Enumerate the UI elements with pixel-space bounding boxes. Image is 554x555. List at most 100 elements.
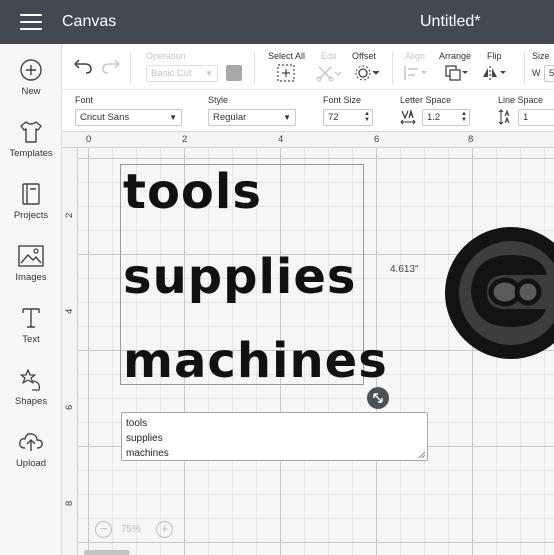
letter-space-value: 1.2 bbox=[427, 112, 441, 123]
line-space-icon bbox=[498, 109, 510, 125]
sidebar-item-text[interactable]: Text bbox=[0, 306, 62, 362]
zoom-in-button[interactable]: + bbox=[156, 521, 173, 538]
zoom-out-button[interactable]: − bbox=[95, 521, 112, 538]
sidebar-item-images[interactable]: Images bbox=[0, 244, 62, 300]
select-all-icon[interactable] bbox=[277, 64, 295, 82]
edit-box-line: machines bbox=[126, 448, 169, 459]
ruler-label: 6 bbox=[374, 134, 380, 145]
ruler-horizontal: 0 2 4 6 8 bbox=[62, 132, 554, 148]
edit-label: Edit bbox=[321, 51, 337, 61]
arrange-icon[interactable] bbox=[444, 64, 470, 82]
sidebar-item-label: Images bbox=[15, 272, 47, 283]
edit-box-line: tools bbox=[126, 418, 148, 429]
operation-value: Basic Cut bbox=[151, 68, 192, 79]
letter-space-label: Letter Space bbox=[400, 95, 452, 105]
image-icon bbox=[18, 245, 44, 267]
edit-toolbar: Operation Basic Cut ▼ Select All Edit Of… bbox=[62, 44, 554, 90]
stepper-arrows-icon[interactable]: ▲ ▼ bbox=[461, 111, 467, 123]
stepper-arrows-icon[interactable]: ▲ ▼ bbox=[364, 111, 370, 123]
font-size-label: Font Size bbox=[323, 95, 362, 105]
sidebar-item-label: Projects bbox=[13, 210, 49, 221]
ruler-label: 8 bbox=[468, 134, 474, 145]
ruler-label: 0 bbox=[86, 134, 92, 145]
select-all-label: Select All bbox=[268, 51, 306, 61]
letter-space-icon bbox=[400, 109, 416, 125]
text-object[interactable]: tools supplies machines bbox=[120, 164, 387, 385]
text-toolbar: Font Cricut Sans ▼ Style Regular ▼ Font … bbox=[62, 90, 554, 132]
redo-icon[interactable] bbox=[101, 57, 121, 75]
ruler-vertical: 2 4 6 8 bbox=[62, 148, 78, 555]
horizontal-scrollbar[interactable] bbox=[84, 550, 130, 555]
operation-select[interactable]: Basic Cut ▼ bbox=[146, 65, 218, 82]
ruler-label: 4 bbox=[278, 134, 284, 145]
sidebar-item-label: Text bbox=[22, 334, 40, 345]
cloud-upload-icon bbox=[19, 433, 43, 451]
book-icon bbox=[22, 183, 40, 205]
sidebar-item-label: Templates bbox=[9, 148, 53, 159]
font-size-value: 72 bbox=[328, 112, 339, 123]
chevron-down-icon: ▼ bbox=[205, 69, 213, 78]
ruler-label: 6 bbox=[64, 404, 75, 410]
text-line: supplies bbox=[123, 249, 357, 305]
line-space-label: Line Space bbox=[498, 95, 544, 105]
sidebar-item-label: Shapes bbox=[14, 396, 48, 407]
sidebar-item-label: Upload bbox=[15, 458, 47, 469]
ruler-label: 8 bbox=[64, 500, 75, 506]
width-field[interactable]: 5 bbox=[544, 65, 554, 82]
arrange-label: Arrange bbox=[439, 51, 472, 61]
font-select[interactable]: Cricut Sans ▼ bbox=[75, 109, 182, 126]
offset-label: Offset bbox=[352, 51, 376, 61]
resize-arrows-icon bbox=[373, 393, 383, 403]
document-title: Untitled* bbox=[420, 13, 481, 30]
flip-icon[interactable] bbox=[482, 64, 508, 82]
plus-circle-icon bbox=[20, 59, 42, 81]
text-edit-box[interactable]: tools supplies machines bbox=[121, 412, 428, 461]
style-select[interactable]: Regular ▼ bbox=[208, 109, 296, 126]
app-title: Canvas bbox=[62, 13, 117, 30]
text-line: tools bbox=[123, 164, 262, 220]
ruler-label: 2 bbox=[182, 134, 188, 145]
align-label: Align bbox=[405, 51, 426, 61]
left-sidebar: New Templates Projects Images Text Shape… bbox=[0, 44, 62, 555]
scissors-icon[interactable] bbox=[316, 64, 342, 82]
style-value: Regular bbox=[213, 112, 247, 123]
sidebar-item-templates[interactable]: Templates bbox=[0, 120, 62, 176]
align-icon[interactable] bbox=[403, 64, 429, 82]
design-canvas[interactable]: tools supplies machines 4.613" tools sup… bbox=[78, 148, 554, 555]
operation-label: Operation bbox=[146, 51, 186, 61]
font-value: Cricut Sans bbox=[80, 112, 130, 123]
ruler-label: 4 bbox=[64, 308, 75, 314]
height-dimension-label: 4.613" bbox=[390, 264, 419, 275]
logo-image[interactable] bbox=[443, 225, 554, 361]
tshirt-icon bbox=[20, 121, 42, 143]
size-label: Size bbox=[532, 51, 550, 61]
style-label: Style bbox=[208, 95, 229, 105]
sidebar-item-projects[interactable]: Projects bbox=[0, 182, 62, 238]
sidebar-item-upload[interactable]: Upload bbox=[0, 430, 62, 486]
size-w-label: W bbox=[532, 68, 541, 78]
color-swatch[interactable] bbox=[226, 65, 242, 81]
edit-box-line: supplies bbox=[126, 433, 163, 444]
font-size-field[interactable]: 72 ▲ ▼ bbox=[323, 109, 373, 126]
resize-grip-icon[interactable] bbox=[418, 451, 425, 458]
font-label: Font bbox=[75, 95, 94, 105]
top-header: Canvas Untitled* bbox=[0, 0, 554, 44]
zoom-control: − 75% + bbox=[90, 518, 180, 542]
ruler-label: 2 bbox=[64, 212, 75, 218]
hamburger-menu-icon[interactable] bbox=[20, 14, 42, 31]
text-line: machines bbox=[123, 333, 388, 389]
chevron-down-icon: ▼ bbox=[283, 113, 291, 122]
letter-space-field[interactable]: 1.2 ▲ ▼ bbox=[422, 109, 470, 126]
sidebar-item-label: New bbox=[21, 86, 41, 97]
chevron-down-icon: ▼ bbox=[169, 113, 177, 122]
flip-label: Flip bbox=[487, 51, 502, 61]
text-t-icon bbox=[22, 308, 40, 328]
zoom-value: 75% bbox=[121, 524, 142, 535]
offset-icon[interactable] bbox=[354, 64, 380, 82]
sidebar-item-shapes[interactable]: Shapes bbox=[0, 368, 62, 424]
shapes-icon bbox=[20, 369, 41, 391]
undo-icon[interactable] bbox=[73, 57, 93, 75]
line-space-field[interactable]: 1 bbox=[518, 109, 554, 126]
resize-handle[interactable] bbox=[367, 387, 389, 409]
sidebar-item-new[interactable]: New bbox=[0, 58, 62, 114]
